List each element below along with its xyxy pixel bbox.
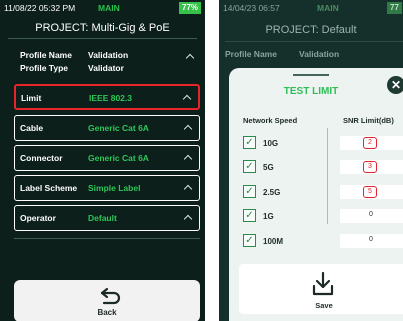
connector-value: Generic Cat 6A (88, 153, 149, 163)
checkbox-icon[interactable]: ✓ (243, 209, 256, 222)
chevron-up-icon (183, 184, 193, 194)
operator-row[interactable]: Operator Default (14, 205, 200, 231)
connector-row[interactable]: Connector Generic Cat 6A (14, 145, 200, 171)
profile-name-label: Profile Name (225, 49, 277, 59)
save-label: Save (315, 301, 333, 310)
list-divider (14, 238, 200, 239)
close-icon[interactable]: ✕ (387, 76, 403, 94)
snr-value: 0 (369, 211, 373, 218)
dialog-title: TEST LIMIT (283, 86, 339, 97)
snr-input[interactable]: 0 (340, 234, 403, 248)
profile-name-label: Profile Name (20, 50, 72, 60)
snr-input[interactable]: 3 (340, 160, 403, 174)
status-bar: 14/04/23 06:57 MAIN 77 (221, 2, 403, 14)
checkbox-icon[interactable]: ✓ (243, 185, 256, 198)
operator-value: Default (88, 213, 117, 223)
project-title: PROJECT: Multi-Gig & PoE (35, 22, 170, 34)
label-scheme-row[interactable]: Label Scheme Simple Label (14, 175, 200, 201)
title-divider (225, 41, 403, 42)
battery-indicator: 77% (179, 2, 202, 14)
operator-label: Operator (20, 213, 56, 223)
chevron-up-icon (183, 124, 193, 134)
chevron-up-icon (182, 94, 192, 104)
back-label: Back (97, 308, 117, 317)
speed-label: 5G (263, 163, 274, 172)
cable-row[interactable]: Cable Generic Cat 6A (14, 115, 200, 141)
status-time: 11/08/22 05:32 PM (4, 3, 76, 13)
profile-name-value: Validation (299, 49, 340, 59)
snr-input[interactable]: 5 (340, 185, 403, 199)
label-scheme-value: Simple Label (88, 183, 141, 193)
snr-value: 2 (363, 137, 377, 149)
profile-name-value: Validation (88, 50, 129, 60)
speed-label: 2.5G (263, 188, 281, 197)
project-title: PROJECT: Default (265, 24, 357, 36)
snr-limit-header: SNR Limit(dB) (343, 116, 394, 125)
snr-value: 5 (363, 186, 377, 198)
test-limit-screen: 14/04/23 06:57 MAIN 77 PROJECT: Default … (219, 0, 403, 321)
snr-input[interactable]: 0 (340, 209, 403, 223)
status-bar: 11/08/22 05:32 PM MAIN 77% (2, 2, 205, 14)
snr-input[interactable]: 2 (340, 136, 403, 150)
drag-handle[interactable] (293, 74, 329, 76)
battery-indicator: 77 (387, 2, 402, 14)
limit-label: Limit (21, 93, 42, 103)
status-mode: MAIN (317, 3, 339, 13)
limit-row[interactable]: Limit IEEE 802.3 (14, 84, 200, 110)
project-screen: 11/08/22 05:32 PM MAIN 77% PROJECT: Mult… (0, 0, 205, 321)
speed-label: 1G (263, 212, 274, 221)
back-button[interactable]: Back (14, 280, 200, 321)
profile-type-label: Profile Type (20, 63, 69, 73)
speed-label: 10G (263, 139, 279, 148)
checkbox-icon[interactable]: ✓ (243, 136, 256, 149)
chevron-up-icon (183, 214, 193, 224)
profile-type-value: Validator (88, 63, 124, 73)
connector-label: Connector (20, 153, 63, 163)
status-mode: MAIN (98, 3, 120, 13)
save-download-icon (312, 271, 334, 296)
title-divider (8, 38, 197, 39)
cable-label: Cable (20, 123, 44, 133)
cable-value: Generic Cat 6A (88, 123, 149, 133)
back-arrow-icon (100, 287, 121, 305)
status-time: 14/04/23 06:57 (223, 3, 280, 13)
network-speed-header: Network Speed (243, 116, 298, 125)
checkbox-icon[interactable]: ✓ (243, 234, 256, 247)
snr-value: 3 (363, 161, 377, 173)
label-scheme-label: Label Scheme (20, 183, 78, 193)
chevron-up-icon (183, 154, 193, 164)
speed-label: 100M (263, 237, 284, 246)
test-limit-dialog: TEST LIMIT ✕ Network Speed SNR Limit(dB)… (229, 68, 403, 321)
column-divider (327, 128, 328, 224)
limit-value: IEEE 802.3 (89, 93, 133, 103)
chevron-up-icon[interactable] (185, 53, 195, 63)
save-button[interactable]: Save (239, 264, 403, 314)
checkbox-icon[interactable]: ✓ (243, 160, 256, 173)
snr-value: 0 (369, 236, 373, 243)
